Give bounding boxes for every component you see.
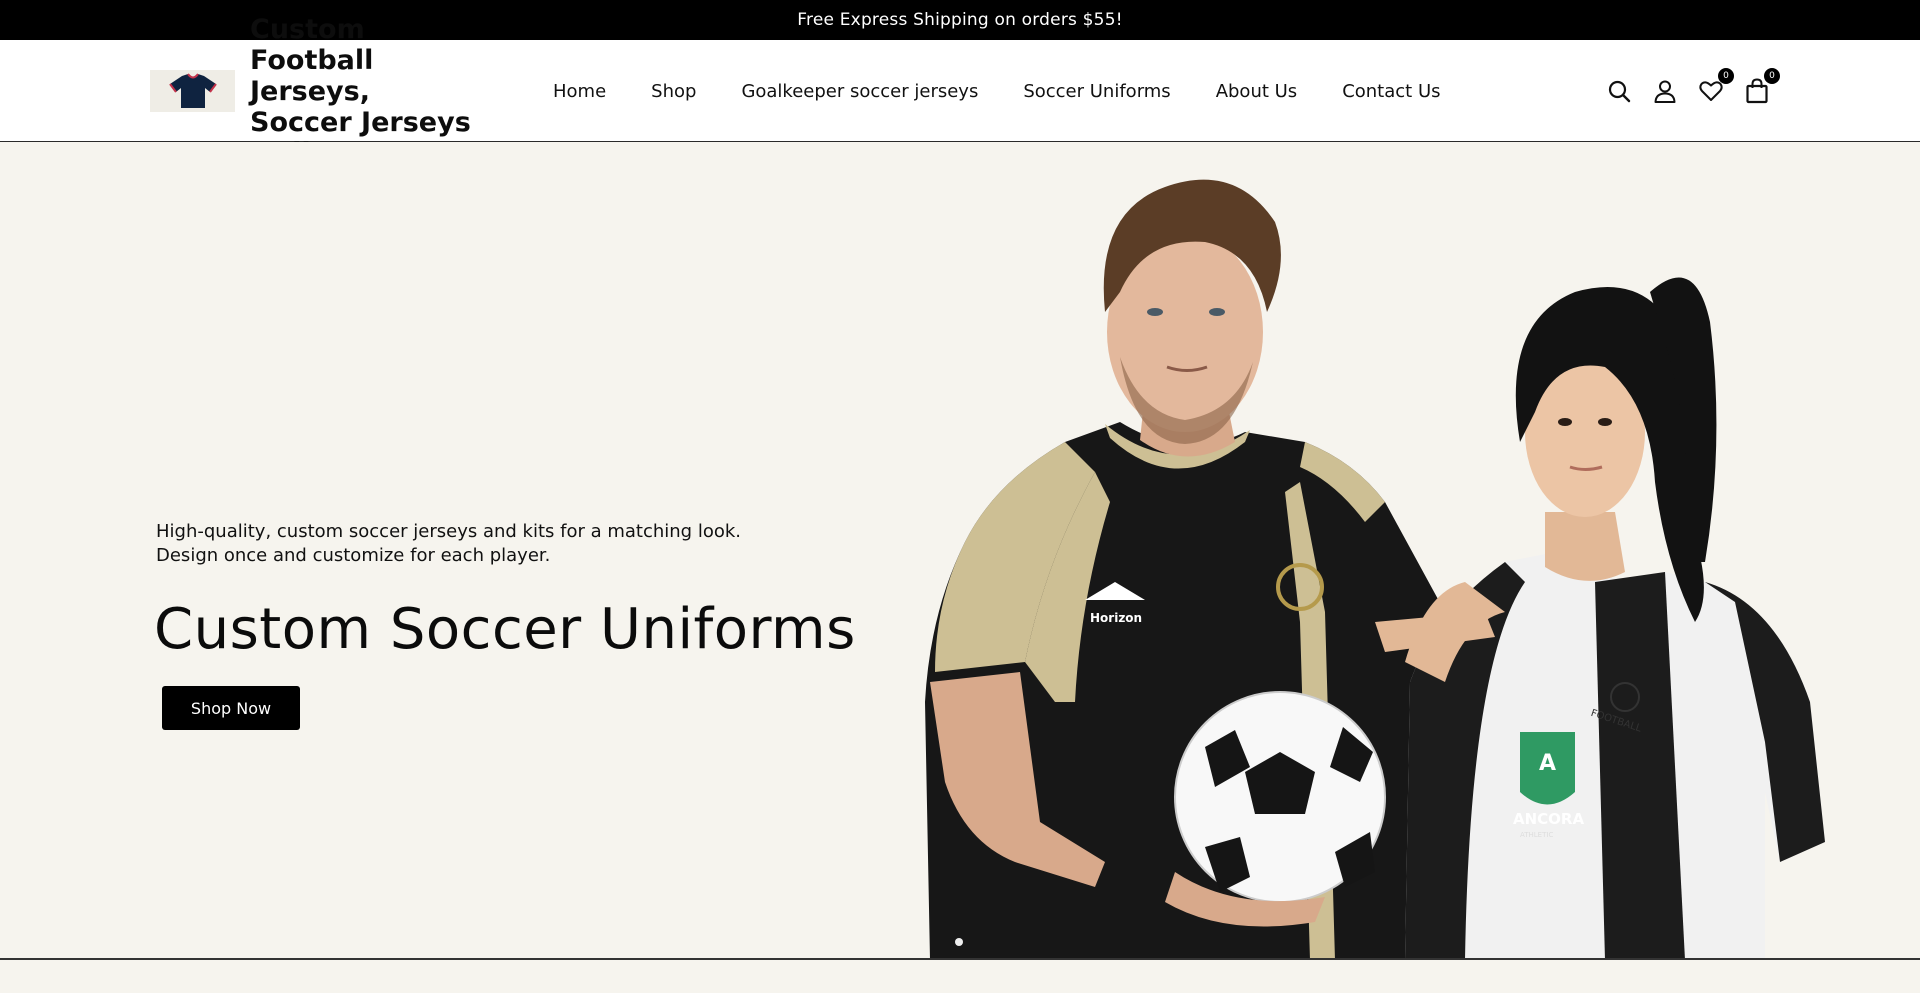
hero-players-image: Horizon A ANCORA ATHLETIC FOOTBALL — [925, 179, 1825, 958]
account-button[interactable] — [1652, 78, 1678, 104]
woman-figure: A ANCORA ATHLETIC FOOTBALL — [1375, 277, 1825, 958]
horizon-sponsor: Horizon — [1090, 611, 1142, 625]
man-figure: Horizon — [925, 179, 1465, 958]
slider-dot[interactable] — [955, 938, 963, 946]
site-header: Custom Football Jerseys, Soccer Jerseys … — [0, 14, 1920, 169]
nav-shop[interactable]: Shop — [651, 81, 696, 102]
wishlist-button[interactable]: 0 — [1698, 68, 1734, 104]
cart-button[interactable]: 0 — [1744, 68, 1780, 104]
hero-subtitle: High-quality, custom soccer jerseys and … — [156, 520, 756, 568]
nav-about-us[interactable]: About Us — [1216, 81, 1298, 102]
wishlist-count-badge: 0 — [1718, 68, 1734, 84]
hero-subtitle-line-2: Design once and customize for each playe… — [156, 545, 551, 566]
site-logo[interactable]: Custom Football Jerseys, Soccer Jerseys … — [150, 14, 480, 169]
heart-icon — [1699, 81, 1723, 101]
ancora-badge-name: ANCORA — [1513, 810, 1584, 828]
header-icons: 0 0 — [1606, 40, 1780, 142]
search-icon — [1608, 80, 1631, 103]
search-button[interactable] — [1606, 78, 1632, 104]
jersey-logo-icon — [150, 70, 235, 112]
ancora-badge-letter: A — [1539, 751, 1556, 776]
hero-title: Custom Soccer Uniforms — [154, 597, 856, 662]
shop-now-button[interactable]: Shop Now — [162, 686, 300, 730]
main-nav: Home Shop Goalkeeper soccer jerseys Socc… — [553, 40, 1486, 142]
nav-contact-us[interactable]: Contact Us — [1342, 81, 1440, 102]
nav-soccer-uniforms[interactable]: Soccer Uniforms — [1023, 81, 1170, 102]
announcement-text: Free Express Shipping on orders $55! — [797, 10, 1123, 30]
hero-banner: High-quality, custom soccer jerseys and … — [0, 142, 1920, 960]
hero-subtitle-line-1: High-quality, custom soccer jerseys and … — [156, 521, 741, 542]
nav-home[interactable]: Home — [553, 81, 606, 102]
user-icon — [1654, 80, 1676, 103]
ancora-badge-sub: ATHLETIC — [1520, 831, 1553, 839]
nav-goalkeeper-jerseys[interactable]: Goalkeeper soccer jerseys — [741, 81, 978, 102]
cart-count-badge: 0 — [1764, 68, 1780, 84]
bag-icon — [1746, 78, 1768, 104]
